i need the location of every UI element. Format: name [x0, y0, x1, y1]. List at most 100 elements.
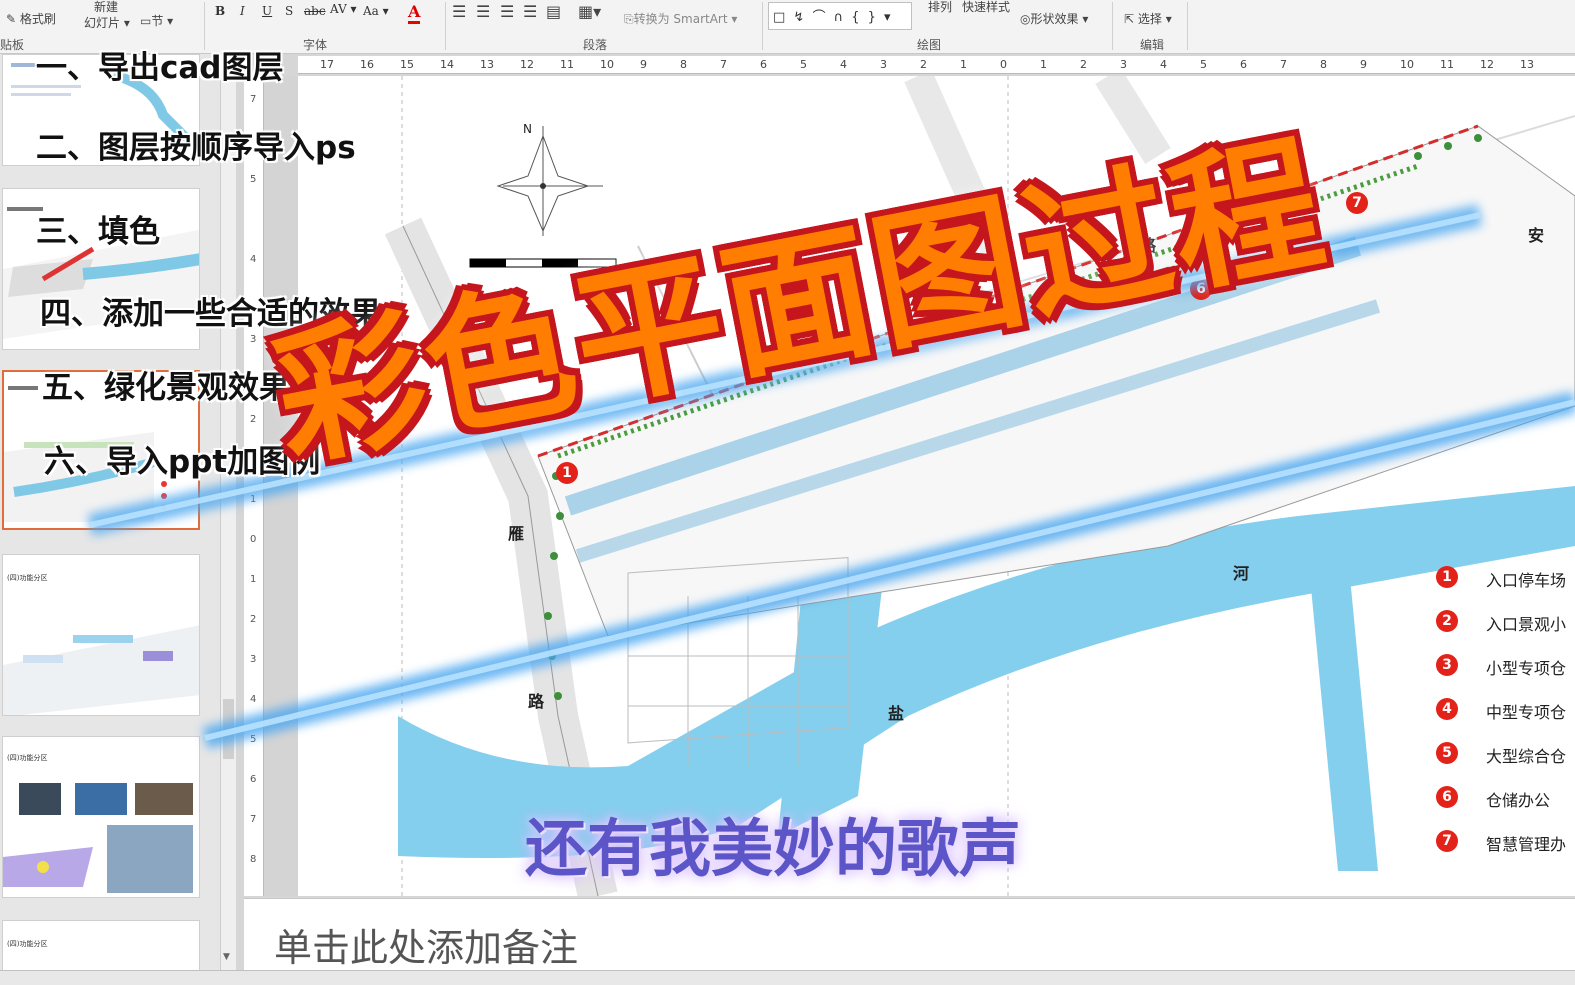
ruler-ticks: 7 5 4 3 2 1 0 1 2 3 4 5 6 7 8: [250, 94, 256, 865]
align-left-icon[interactable]: ☰: [452, 2, 466, 21]
svg-text:7: 7: [250, 94, 256, 105]
bold-button[interactable]: B: [215, 4, 225, 18]
legend-item[interactable]: 7 智慧管理办: [1436, 828, 1575, 858]
legend-number: 5: [1436, 742, 1458, 764]
step-text: 三、填色: [36, 214, 160, 250]
convert-smartart-button[interactable]: ⎘转换为 SmartArt ▾: [624, 10, 737, 27]
arrange-button[interactable]: 排列: [928, 0, 952, 15]
justify-icon[interactable]: ☰: [523, 2, 537, 21]
brush-icon: ✎: [6, 12, 17, 26]
map-marker: 7: [1346, 192, 1368, 214]
map-label: 河: [1233, 564, 1250, 583]
ruler-number: 12: [1480, 58, 1494, 71]
separator: [1187, 2, 1188, 50]
slide-thumbnail[interactable]: (四)功能分区: [2, 736, 200, 898]
ruler-number: 13: [1520, 58, 1534, 71]
ruler-number: 3: [1120, 58, 1127, 71]
scrollbar-thumb[interactable]: [223, 699, 234, 759]
ruler-number: 6: [760, 58, 767, 71]
legend-text: 小型专项仓: [1486, 659, 1567, 678]
map-marker: 1: [556, 462, 578, 484]
slide-label: 幻灯片: [84, 16, 121, 30]
legend-item[interactable]: 6 仓储办公: [1436, 784, 1575, 814]
slide-thumbnail[interactable]: (四)功能分区: [2, 920, 200, 970]
italic-button[interactable]: I: [240, 4, 245, 18]
change-case-button[interactable]: Aa ▾: [363, 4, 389, 18]
font-color-button[interactable]: A: [408, 2, 421, 24]
shadow-button[interactable]: S: [285, 4, 293, 18]
ruler-number: 9: [640, 58, 647, 71]
legend-item[interactable]: 2 入口景观小: [1436, 608, 1575, 638]
align-right-icon[interactable]: ☰: [500, 2, 514, 21]
ruler-number: 14: [440, 58, 454, 71]
status-bar: [0, 970, 1575, 985]
legend-text: 入口景观小: [1486, 615, 1567, 634]
shape-effects-button[interactable]: ◎形状效果 ▾: [1020, 10, 1088, 27]
section-button[interactable]: ▭节 ▾: [140, 12, 173, 29]
ruler-number: 7: [1280, 58, 1287, 71]
shape-effects-icon: ◎: [1020, 12, 1031, 26]
svg-text:1: 1: [250, 494, 256, 505]
ruler-number: 2: [920, 58, 927, 71]
map-label: 雁: [508, 524, 525, 543]
svg-text:0: 0: [250, 534, 256, 545]
legend-text: 入口停车场: [1486, 571, 1567, 590]
legend-item[interactable]: 3 小型专项仓: [1436, 652, 1575, 682]
paragraph-group-label: 段落: [583, 38, 608, 52]
vertical-ruler: 7 5 4 3 2 1 0 1 2 3 4 5 6 7 8: [244, 76, 264, 896]
thumbnails-scrollbar[interactable]: ▼: [220, 54, 236, 970]
ruler-number: 7: [720, 58, 727, 71]
notes-placeholder[interactable]: 单击此处添加备注: [274, 917, 578, 972]
legend-text: 仓储办公: [1486, 791, 1551, 810]
font-group-label: 字体: [303, 38, 328, 52]
ruler-number: 9: [1360, 58, 1367, 71]
svg-text:3: 3: [250, 654, 256, 665]
step-text: 二、图层按顺序导入ps: [36, 130, 356, 166]
ruler-number: 17: [320, 58, 334, 71]
columns-icon[interactable]: ▦▾: [578, 2, 601, 21]
ruler-number: 5: [1200, 58, 1207, 71]
legend-item[interactable]: 1 入口停车场: [1436, 564, 1575, 594]
shapes-gallery[interactable]: □ ↯ ⌒ ∩ { } ▾: [768, 2, 912, 30]
shape-effects-label: 形状效果: [1030, 12, 1079, 26]
convert-smartart-label: 转换为 SmartArt: [633, 12, 728, 26]
quick-styles-button[interactable]: 快速样式: [962, 0, 1010, 15]
svg-text:5: 5: [250, 734, 256, 745]
svg-text:4: 4: [250, 254, 256, 265]
legend-item[interactable]: 4 中型专项仓: [1436, 696, 1575, 726]
svg-text:4: 4: [250, 694, 256, 705]
horizontal-ruler: 17 16 15 14 13 12 11 10 9 8 7 6 5 4 3 2 1 0 1 2 3 4 5 6 7 8 9 10 11 1…: [298, 56, 1575, 74]
char-spacing-label: AV: [330, 2, 347, 16]
ruler-number: 1: [960, 58, 967, 71]
ruler-number: 6: [1240, 58, 1247, 71]
step-text: 五、绿化景观效果: [42, 370, 290, 406]
new-slide-label: 新建: [94, 0, 119, 14]
ruler-number: 16: [360, 58, 374, 71]
section-icon: ▭: [140, 14, 152, 28]
svg-text:1: 1: [250, 574, 256, 585]
clipboard-group-label: 贴板: [0, 38, 25, 52]
select-button[interactable]: ⇱ 选择 ▾: [1124, 10, 1172, 27]
new-slide-button[interactable]: 幻灯片 ▾: [84, 14, 130, 31]
distribute-icon[interactable]: ▤: [546, 2, 561, 21]
ruler-number: 1: [1040, 58, 1047, 71]
format-painter-button[interactable]: ✎ 格式刷: [6, 10, 56, 27]
align-center-icon[interactable]: ☰: [476, 2, 490, 21]
underline-button[interactable]: U: [262, 4, 272, 18]
notes-pane[interactable]: 单击此处添加备注: [244, 898, 1575, 970]
legend-number: 6: [1436, 786, 1458, 808]
legend-number: 7: [1436, 830, 1458, 852]
legend-item[interactable]: 5 大型综合仓: [1436, 740, 1575, 770]
slide-thumbnails-panel: (四)功能分区 (四)功能分区 (四)功能分区: [0, 54, 220, 970]
ruler-number: 11: [560, 58, 574, 71]
overlay-subtitle: 还有我美妙的歌声: [525, 812, 1022, 885]
svg-text:3: 3: [250, 334, 256, 345]
svg-text:7: 7: [250, 814, 256, 825]
slide-thumbnail[interactable]: (四)功能分区: [2, 554, 200, 716]
ruler-number: 3: [880, 58, 887, 71]
scroll-down-icon[interactable]: ▼: [223, 952, 230, 962]
ruler-number: 12: [520, 58, 534, 71]
char-spacing-button[interactable]: AV ▾: [330, 2, 357, 16]
strikethrough-button[interactable]: abc: [304, 4, 326, 18]
map-label: 安: [1528, 226, 1545, 245]
